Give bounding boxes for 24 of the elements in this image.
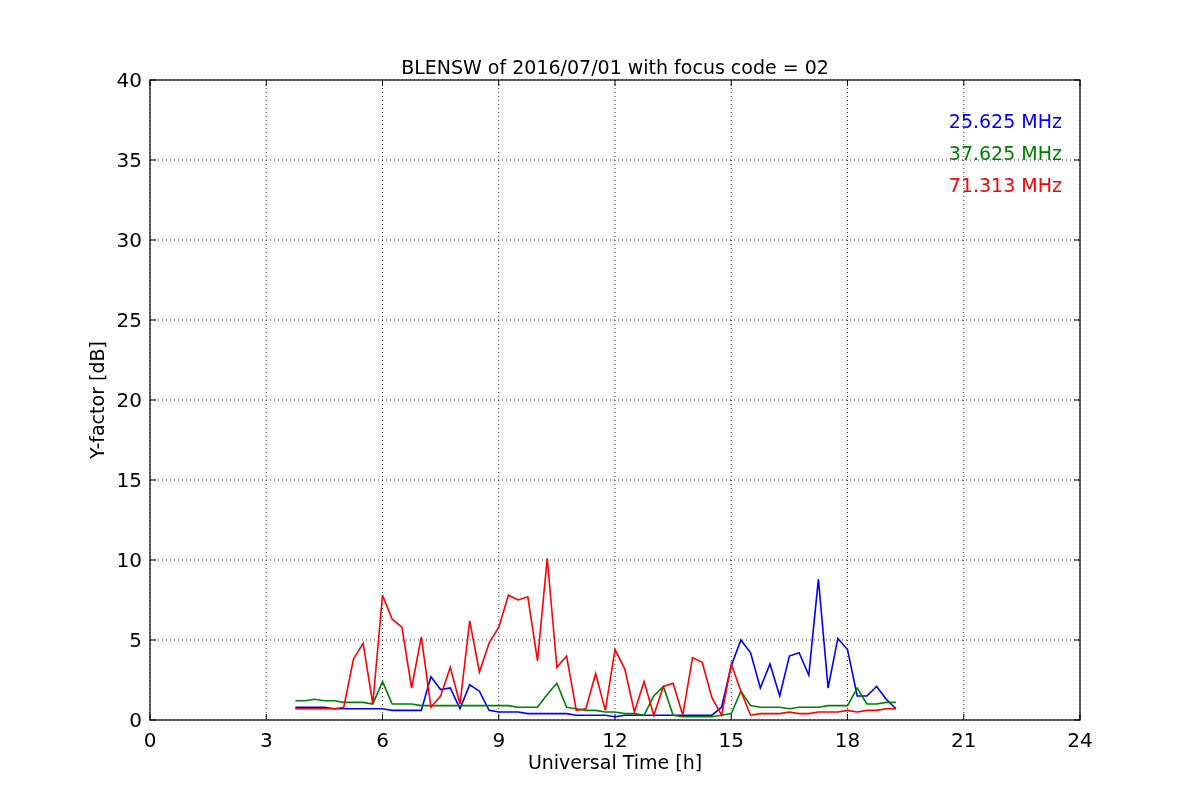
tick-label: 30 [116, 228, 142, 252]
tick-label: 3 [259, 728, 273, 752]
chart-title: BLENSW of 2016/07/01 with focus code = 02 [401, 56, 829, 78]
legend-label: 71.313 MHz [948, 174, 1062, 196]
tick-label: 12 [602, 728, 628, 752]
tick-label: 10 [116, 548, 142, 572]
tick-label: 0 [129, 708, 142, 732]
tick-label: 18 [834, 728, 861, 752]
tick-label: 5 [129, 628, 142, 652]
legend-label: 37.625 MHz [948, 142, 1062, 164]
y-axis-label: Y-factor [dB] [86, 341, 108, 459]
x-axis-label: Universal Time [h] [527, 751, 703, 773]
tick-label: 15 [718, 728, 744, 752]
tick-label: 25 [116, 308, 142, 332]
legend-label: 25.625 MHz [948, 110, 1062, 132]
tick-label: 40 [116, 68, 142, 92]
tick-label: 15 [116, 468, 142, 492]
tick-label: 21 [951, 728, 977, 752]
tick-label: 35 [116, 148, 142, 172]
tick-label: 6 [376, 728, 389, 752]
tick-label: 0 [143, 728, 157, 752]
tick-label: 20 [116, 388, 142, 412]
tick-label: 24 [1067, 728, 1093, 752]
tick-label: 9 [492, 728, 506, 752]
